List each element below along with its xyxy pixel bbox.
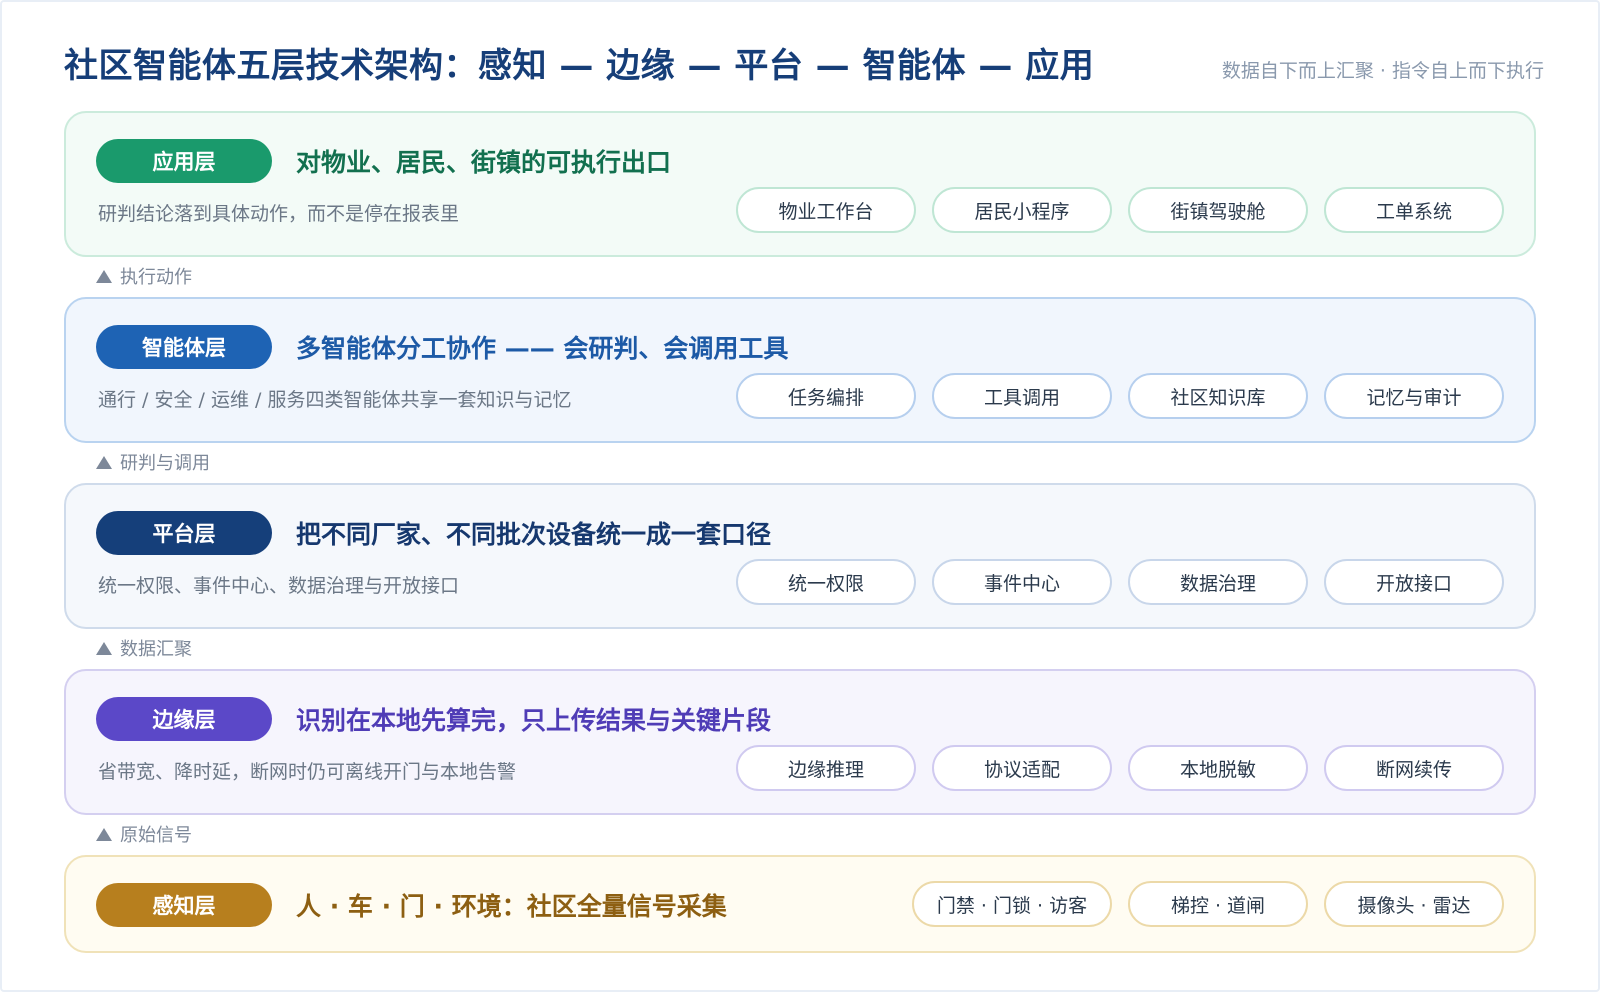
layer-badge: 平台层 [96, 511, 272, 555]
page-title: 社区智能体五层技术架构：感知 — 边缘 — 平台 — 智能体 — 应用 [64, 46, 1095, 86]
connector-raw-signal: 原始信号 [96, 821, 192, 847]
tag-pill: 本地脱敏 [1128, 745, 1308, 791]
up-arrow-icon [96, 455, 112, 469]
layer-badge: 智能体层 [96, 325, 272, 369]
layer-application: 应用层 对物业、居民、街镇的可执行出口 研判结论落到具体动作，而不是停在报表里 … [64, 111, 1536, 257]
layer-tags: 物业工作台 居民小程序 街镇驾驶舱 工单系统 [736, 187, 1504, 233]
tag-pill: 物业工作台 [736, 187, 916, 233]
layer-heading: 多智能体分工协作 —— 会研判、会调用工具 [296, 334, 789, 363]
tag-pill: 梯控 · 道闸 [1128, 881, 1308, 927]
connector-label: 研判与调用 [120, 453, 210, 474]
tag-pill: 协议适配 [932, 745, 1112, 791]
layer-heading: 对物业、居民、街镇的可执行出口 [296, 148, 672, 177]
tag-pill: 居民小程序 [932, 187, 1112, 233]
connector-label: 执行动作 [120, 267, 192, 288]
up-arrow-icon [96, 269, 112, 283]
tag-pill: 开放接口 [1324, 559, 1504, 605]
layer-badge: 应用层 [96, 139, 272, 183]
tag-pill: 摄像头 · 雷达 [1324, 881, 1504, 927]
layer-edge: 边缘层 识别在本地先算完，只上传结果与关键片段 省带宽、降时延，断网时仍可离线开… [64, 669, 1536, 815]
connector-aggregate: 数据汇聚 [96, 635, 192, 661]
connector-execute: 执行动作 [96, 263, 192, 289]
page-subtitle: 数据自下而上汇聚 · 指令自上而下执行 [1221, 60, 1544, 82]
connector-label: 原始信号 [120, 825, 192, 846]
layer-tags: 边缘推理 协议适配 本地脱敏 断网续传 [736, 745, 1504, 791]
layer-badge: 感知层 [96, 883, 272, 927]
tag-pill: 工单系统 [1324, 187, 1504, 233]
layer-heading: 把不同厂家、不同批次设备统一成一套口径 [296, 520, 772, 549]
layer-tags: 任务编排 工具调用 社区知识库 记忆与审计 [736, 373, 1504, 419]
layer-perception: 感知层 人 · 车 · 门 · 环境：社区全量信号采集 门禁 · 门锁 · 访客… [64, 855, 1536, 953]
layer-description: 省带宽、降时延，断网时仍可离线开门与本地告警 [98, 761, 517, 783]
layer-heading: 识别在本地先算完，只上传结果与关键片段 [296, 706, 772, 735]
tag-pill: 街镇驾驶舱 [1128, 187, 1308, 233]
layer-description: 统一权限、事件中心、数据治理与开放接口 [98, 575, 460, 597]
connector-label: 数据汇聚 [120, 639, 192, 660]
header: 社区智能体五层技术架构：感知 — 边缘 — 平台 — 智能体 — 应用 数据自下… [64, 38, 1544, 88]
tag-pill: 任务编排 [736, 373, 916, 419]
layer-tags: 统一权限 事件中心 数据治理 开放接口 [736, 559, 1504, 605]
layer-agent: 智能体层 多智能体分工协作 —— 会研判、会调用工具 通行 / 安全 / 运维 … [64, 297, 1536, 443]
tag-pill: 事件中心 [932, 559, 1112, 605]
tag-pill: 断网续传 [1324, 745, 1504, 791]
tag-pill: 工具调用 [932, 373, 1112, 419]
layer-badge: 边缘层 [96, 697, 272, 741]
tag-pill: 门禁 · 门锁 · 访客 [912, 881, 1112, 927]
tag-pill: 统一权限 [736, 559, 916, 605]
layer-description: 通行 / 安全 / 运维 / 服务四类智能体共享一套知识与记忆 [98, 389, 572, 411]
up-arrow-icon [96, 827, 112, 841]
layer-platform: 平台层 把不同厂家、不同批次设备统一成一套口径 统一权限、事件中心、数据治理与开… [64, 483, 1536, 629]
tag-pill: 数据治理 [1128, 559, 1308, 605]
tag-pill: 社区知识库 [1128, 373, 1308, 419]
layer-description: 研判结论落到具体动作，而不是停在报表里 [98, 203, 460, 225]
up-arrow-icon [96, 641, 112, 655]
tag-pill: 记忆与审计 [1324, 373, 1504, 419]
connector-analyze: 研判与调用 [96, 449, 210, 475]
layer-tags: 门禁 · 门锁 · 访客 梯控 · 道闸 摄像头 · 雷达 [912, 881, 1504, 927]
tag-pill: 边缘推理 [736, 745, 916, 791]
layer-heading: 人 · 车 · 门 · 环境：社区全量信号采集 [296, 892, 727, 921]
